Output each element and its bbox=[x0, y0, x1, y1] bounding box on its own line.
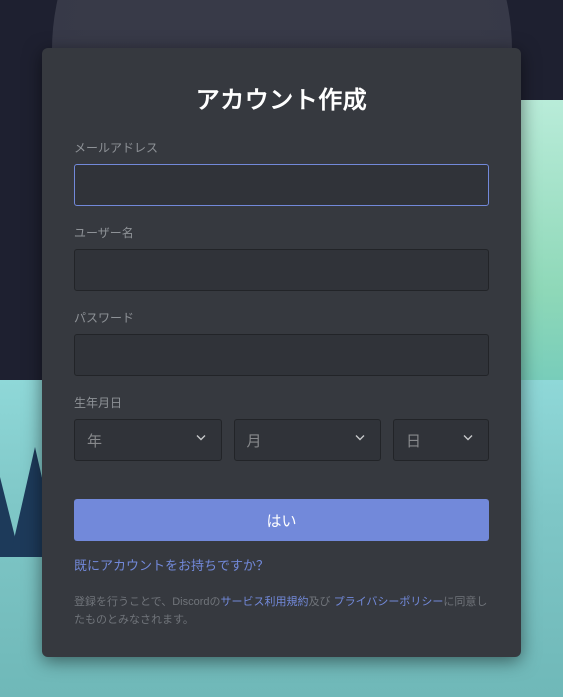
username-input[interactable] bbox=[74, 249, 489, 291]
month-placeholder: 月 bbox=[247, 430, 262, 451]
modal-title: アカウント作成 bbox=[74, 80, 489, 115]
year-select[interactable]: 年 bbox=[74, 419, 222, 461]
dob-field-group: 生年月日 年 月 日 bbox=[74, 394, 489, 461]
password-label: パスワード bbox=[74, 309, 489, 326]
terms-prefix: 登録を行うことで、Discordの bbox=[74, 596, 221, 608]
day-placeholder: 日 bbox=[406, 430, 421, 451]
register-modal: アカウント作成 メールアドレス ユーザー名 パスワード 生年月日 年 月 bbox=[42, 48, 521, 657]
password-field-group: パスワード bbox=[74, 309, 489, 376]
username-label: ユーザー名 bbox=[74, 224, 489, 241]
email-input[interactable] bbox=[74, 164, 489, 206]
chevron-down-icon bbox=[193, 430, 209, 451]
submit-button[interactable]: はい bbox=[74, 499, 489, 541]
year-placeholder: 年 bbox=[87, 430, 102, 451]
tos-link[interactable]: サービス利用規約 bbox=[221, 596, 309, 608]
email-label: メールアドレス bbox=[74, 139, 489, 156]
login-link[interactable]: 既にアカウントをお持ちですか？ bbox=[74, 555, 269, 574]
chevron-down-icon bbox=[352, 430, 368, 451]
privacy-link[interactable]: プライバシーポリシー bbox=[334, 596, 444, 608]
month-select[interactable]: 月 bbox=[234, 419, 382, 461]
day-select[interactable]: 日 bbox=[393, 419, 489, 461]
terms-and: 及び bbox=[309, 596, 331, 608]
dob-row: 年 月 日 bbox=[74, 419, 489, 461]
username-field-group: ユーザー名 bbox=[74, 224, 489, 291]
terms-text: 登録を行うことで、Discordのサービス利用規約及び プライバシーポリシーに同… bbox=[74, 594, 489, 629]
password-input[interactable] bbox=[74, 334, 489, 376]
email-field-group: メールアドレス bbox=[74, 139, 489, 206]
dob-label: 生年月日 bbox=[74, 394, 489, 411]
chevron-down-icon bbox=[460, 430, 476, 451]
